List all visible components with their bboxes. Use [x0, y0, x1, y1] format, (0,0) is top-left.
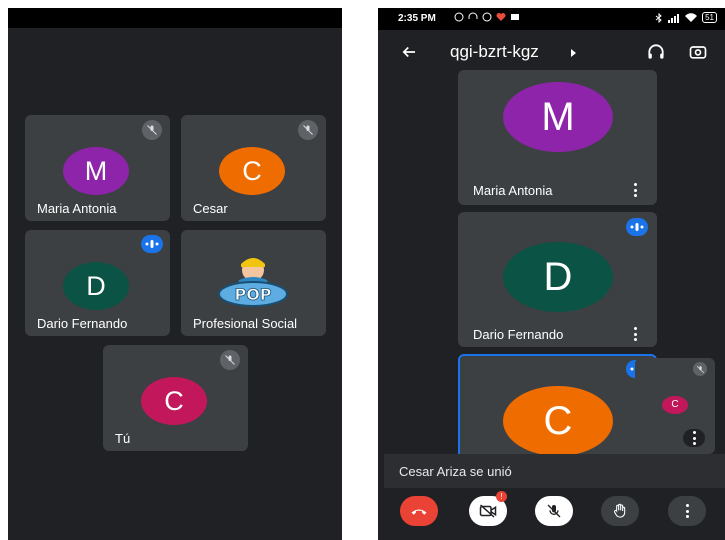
avatar: C	[141, 377, 207, 425]
participant-tile-cesar[interactable]: C Cesar	[181, 115, 326, 221]
status-time: 2:35 PM	[398, 13, 436, 24]
participant-tile-profesional-social[interactable]: POP Profesional Social	[181, 230, 326, 336]
audio-wave-icon	[630, 223, 644, 231]
participant-name: Dario Fernando	[37, 316, 128, 331]
raise-hand-button[interactable]	[601, 496, 639, 526]
mic-toggle-button[interactable]	[535, 496, 573, 526]
audio-wave-icon	[145, 240, 159, 248]
participant-name: Profesional Social	[193, 316, 298, 331]
participant-tile-dario[interactable]: D Dario Fernando	[458, 212, 657, 347]
join-notification-toast: Cesar Ariza se unió	[384, 454, 725, 488]
call-controls-bar: !	[378, 488, 725, 540]
more-vert-icon[interactable]	[633, 327, 637, 341]
mic-off-badge	[142, 120, 162, 140]
mic-off-icon	[147, 125, 157, 135]
switch-camera-icon[interactable]	[688, 42, 708, 62]
signal-icon	[668, 13, 680, 23]
participant-name: Maria Antonia	[473, 183, 553, 198]
chevron-right-icon[interactable]	[570, 48, 578, 58]
avatar: C	[219, 147, 285, 195]
camera-toggle-button[interactable]: !	[469, 491, 507, 526]
svg-text:POP: POP	[234, 285, 271, 304]
notification-icon	[482, 12, 492, 22]
left-meeting-screen: M Maria Antonia C Cesar D Dario Fernando…	[8, 8, 342, 540]
headphones-icon[interactable]	[646, 42, 666, 62]
notification-icons	[454, 12, 520, 22]
avatar: M	[63, 147, 129, 195]
status-bar	[8, 8, 342, 28]
more-options-button[interactable]	[668, 496, 706, 526]
heart-icon	[496, 13, 506, 21]
notification-icon	[454, 12, 464, 22]
back-arrow-icon[interactable]	[400, 43, 418, 61]
mic-off-badge	[220, 350, 240, 370]
battery-indicator: 51	[702, 12, 717, 23]
participant-name: Tú	[115, 431, 131, 446]
avatar: M	[503, 82, 613, 152]
participant-name: Maria Antonia	[37, 201, 117, 216]
toast-text: Cesar Ariza se unió	[399, 464, 512, 479]
headphones-small-icon	[468, 12, 478, 19]
mic-off-badge	[693, 362, 707, 376]
mic-off-icon	[303, 125, 313, 135]
mic-off-badge	[298, 120, 318, 140]
system-icons: 51	[655, 12, 717, 23]
avatar: C	[503, 386, 613, 456]
end-call-button[interactable]	[400, 496, 438, 526]
participant-tile-dario[interactable]: D Dario Fernando	[25, 230, 170, 336]
bluetooth-icon	[655, 12, 662, 23]
wifi-icon	[685, 12, 698, 22]
end-call-icon	[411, 509, 427, 515]
self-view-more-button[interactable]	[683, 429, 705, 447]
meeting-code[interactable]: qgi-bzrt-kgz	[450, 42, 539, 62]
self-view-thumbnail[interactable]: C	[635, 358, 715, 454]
avatar: D	[63, 262, 129, 310]
mic-off-icon	[696, 365, 704, 373]
participant-name: Dario Fernando	[473, 327, 564, 342]
raise-hand-icon	[613, 503, 626, 518]
mail-icon	[511, 14, 519, 20]
right-meeting-screen: 2:35 PM 51 qgi-bzrt-kgz M Maria Antonia	[378, 8, 725, 540]
speaking-indicator	[626, 218, 648, 236]
participant-name: Cesar	[193, 201, 228, 216]
camera-warning-badge: !	[496, 491, 507, 502]
avatar: D	[503, 242, 613, 312]
pop-logo-image: POP	[218, 258, 288, 307]
participant-tile-maria[interactable]: M Maria Antonia	[25, 115, 170, 221]
avatar: C	[662, 396, 688, 414]
camera-off-icon	[479, 504, 497, 518]
top-app-bar: qgi-bzrt-kgz	[378, 30, 725, 74]
more-vert-icon	[692, 431, 696, 445]
more-vert-icon[interactable]	[633, 183, 637, 197]
status-bar: 2:35 PM 51	[378, 8, 725, 30]
mic-off-icon	[547, 504, 561, 518]
more-vert-icon	[685, 504, 689, 518]
participant-tile-self[interactable]: C Tú	[103, 345, 248, 451]
mic-off-icon	[225, 355, 235, 365]
speaking-indicator	[141, 235, 163, 253]
participant-tile-maria[interactable]: M Maria Antonia	[458, 70, 657, 205]
